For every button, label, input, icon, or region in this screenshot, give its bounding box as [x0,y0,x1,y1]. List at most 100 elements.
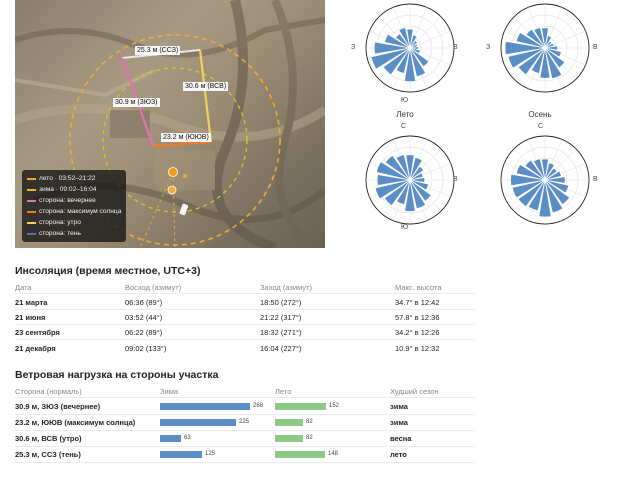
winter-bar [160,451,202,458]
insolation-header-date: Дата [15,283,32,292]
divider [15,430,475,431]
wind-side-cell: 23.2 м, ЮЮВ (максимум солнца) [15,418,136,427]
divider [15,446,475,447]
wind-side-cell: 30.6 м, ВСВ (утро) [15,434,82,443]
divider [15,309,475,310]
insolation-cell: 06:36 (89°) [125,298,163,307]
winter-bar-value: 125 [205,451,216,457]
insolation-cell: 21:22 (317°) [260,313,302,322]
winter-bar-value: 225 [239,419,250,425]
wind-side-cell: 25.3 м, ССЗ (тень) [15,450,81,459]
insolation-header-max-altitude: Макс. высота [395,283,442,292]
insolation-cell: 21 декабря [15,344,56,353]
wind-side-cell: 30.9 м, ЗЮЗ (вечернее) [15,402,101,411]
dimension-label-east: 30.6 м (ВСВ) [183,82,229,91]
insolation-header-sunset: Заход (азимут) [260,283,312,292]
legend-text: сторона: утро [39,219,81,226]
worst-season-cell: лето [390,450,407,459]
rose-label-summer: Лето [396,110,414,119]
divider [15,339,475,340]
summer-bar-value: 82 [306,419,313,425]
rose-4-east-label: В [593,176,598,183]
wind-load-title: Ветровая нагрузка на стороны участка [15,369,219,381]
winter-bar [160,435,181,442]
insolation-cell: 06:22 (89°) [125,328,163,337]
legend-text: сторона: вечернее [39,197,96,204]
summer-bar [275,403,326,410]
summer-bar [275,419,303,426]
worst-season-cell: зима [390,402,408,411]
rose-4-north-label: С [538,123,544,130]
insolation-cell: 21 июня [15,313,46,322]
insolation-cell: 57.8° в 12:36 [395,313,440,322]
legend-text: зима · 09:02–16:04 [39,186,97,193]
divider [15,397,475,398]
wind-header-worst-season: Худший сезон [390,387,439,396]
dimension-label-west: 30.9 м (ЗЮЗ) [113,98,160,107]
rose-2-east-label: В [593,44,598,51]
divider [15,462,475,463]
summer-bar [275,451,325,458]
wind-header-side: Сторона (нормаль) [15,387,82,396]
wind-header-summer: Лето [275,387,292,396]
plot-side-east[interactable] [198,49,213,143]
insolation-cell: 34.7° в 12:42 [395,298,440,307]
legend-swatch [27,221,36,224]
winter-bar [160,403,250,410]
winter-bar [160,419,236,426]
insolation-cell: 03:52 (44°) [125,313,163,322]
legend-item-winter: зима · 09:02–16:04 [27,184,121,195]
summer-bar-value: 82 [306,435,313,441]
summer-sun-marker[interactable] [168,167,178,177]
legend-swatch [27,188,36,191]
legend-swatch [27,210,36,213]
winter-bar-value: 268 [253,403,264,409]
wind-rose-autumn [497,132,593,228]
wind-rose-summer [362,132,458,228]
legend-item-morning: сторона: утро [27,217,121,228]
map-legend: лето · 03:52–21:22 зима · 09:02–16:04 ст… [22,170,126,242]
rose-1-south-label: Ю [401,97,409,104]
insolation-cell: 21 марта [15,298,48,307]
summer-bar [275,435,303,442]
plot-side-south[interactable] [152,140,212,148]
insolation-cell: 18:32 (271°) [260,328,302,337]
legend-swatch [27,232,36,235]
rose-3-north-label: С [401,123,407,130]
insolation-cell: 18:50 (272°) [260,298,302,307]
sun-dot [183,174,187,178]
summer-bar-value: 152 [329,403,340,409]
legend-item-max-sun: сторона: максимум солнца [27,206,121,217]
satellite-map[interactable]: 25.3 м (ССЗ) 30.6 м (ВСВ) 30.9 м (ЗЮЗ) 2… [15,0,325,248]
rose-1-west-label: З [351,44,356,51]
wind-rose-1 [362,0,458,96]
rose-2-west-label: З [486,44,491,51]
legend-swatch [27,199,36,202]
insolation-cell: 16:04 (227°) [260,344,302,353]
legend-item-evening: сторона: вечернее [27,195,121,206]
rose-label-autumn: Осень [528,110,552,119]
summer-bar-value: 148 [328,451,339,457]
winter-bar-value: 63 [184,435,191,441]
legend-text: лето · 03:52–21:22 [39,175,96,182]
divider [15,293,475,294]
insolation-cell: 34.2° в 12:26 [395,328,440,337]
dimension-label-south: 23.2 м (ЮЮВ) [161,133,211,142]
rose-3-south-label: Ю [401,224,409,231]
divider [15,414,475,415]
rose-3-east-label: В [453,176,458,183]
wind-rose-2 [497,0,593,96]
rose-1-east-label: В [453,44,458,51]
worst-season-cell: зима [390,418,408,427]
legend-item-summer: лето · 03:52–21:22 [27,173,121,184]
legend-swatch [27,177,36,180]
dimension-label-north: 25.3 м (ССЗ) [135,46,181,55]
insolation-cell: 23 сентября [15,328,60,337]
legend-text: сторона: максимум солнца [39,208,122,215]
legend-text: сторона: тень [39,230,81,237]
wind-header-winter: Зима [160,387,179,396]
insolation-title: Инсоляция (время местное, UTC+3) [15,265,201,277]
worst-season-cell: весна [390,434,412,443]
divider [15,324,475,325]
winter-sun-marker[interactable] [167,185,177,195]
